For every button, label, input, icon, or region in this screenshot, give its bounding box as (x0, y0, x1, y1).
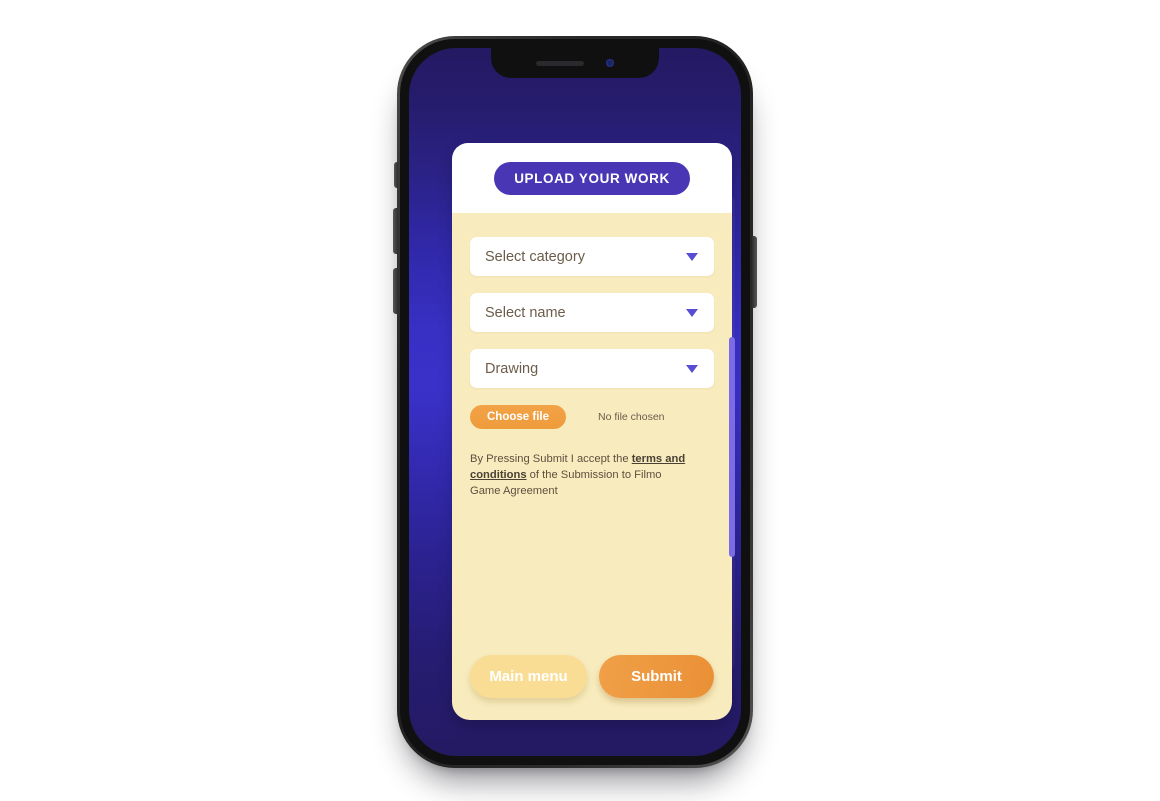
choose-file-button[interactable]: Choose file (470, 405, 566, 429)
mute-switch-button[interactable] (394, 162, 398, 188)
file-status-text: No file chosen (597, 411, 665, 423)
speaker-grille-icon (536, 60, 584, 66)
select-name-value: Select name (485, 304, 566, 321)
upload-form-card: UPLOAD YOUR WORK Select category Select … (452, 143, 732, 720)
card-header: UPLOAD YOUR WORK (452, 143, 732, 213)
card-footer: Main menu Submit (452, 637, 732, 720)
select-category-value: Select category (485, 248, 585, 265)
select-name-dropdown[interactable]: Select name (470, 293, 714, 332)
page-title: UPLOAD YOUR WORK (494, 162, 690, 195)
file-upload-row: Choose file No file chosen (470, 405, 714, 429)
main-menu-button[interactable]: Main menu (470, 655, 587, 698)
phone-mockup: UPLOAD YOUR WORK Select category Select … (393, 36, 757, 768)
power-button[interactable] (752, 236, 757, 308)
front-camera-icon (606, 59, 614, 67)
terms-agreement-text: By Pressing Submit I accept the terms an… (470, 451, 688, 500)
select-type-value: Drawing (485, 360, 539, 377)
select-type-dropdown[interactable]: Drawing (470, 349, 714, 388)
volume-down-button[interactable] (393, 268, 398, 314)
phone-screen: UPLOAD YOUR WORK Select category Select … (409, 48, 741, 756)
submit-button[interactable]: Submit (598, 655, 714, 698)
volume-up-button[interactable] (393, 208, 398, 254)
chevron-down-icon (686, 364, 698, 373)
chevron-down-icon (686, 308, 698, 317)
select-category-dropdown[interactable]: Select category (470, 237, 714, 276)
phone-notch (491, 48, 659, 78)
card-body: Select category Select name Drawing Choo… (452, 213, 732, 637)
terms-prefix: By Pressing Submit I accept the (470, 453, 632, 465)
scrollbar-thumb[interactable] (729, 337, 735, 557)
chevron-down-icon (686, 252, 698, 261)
